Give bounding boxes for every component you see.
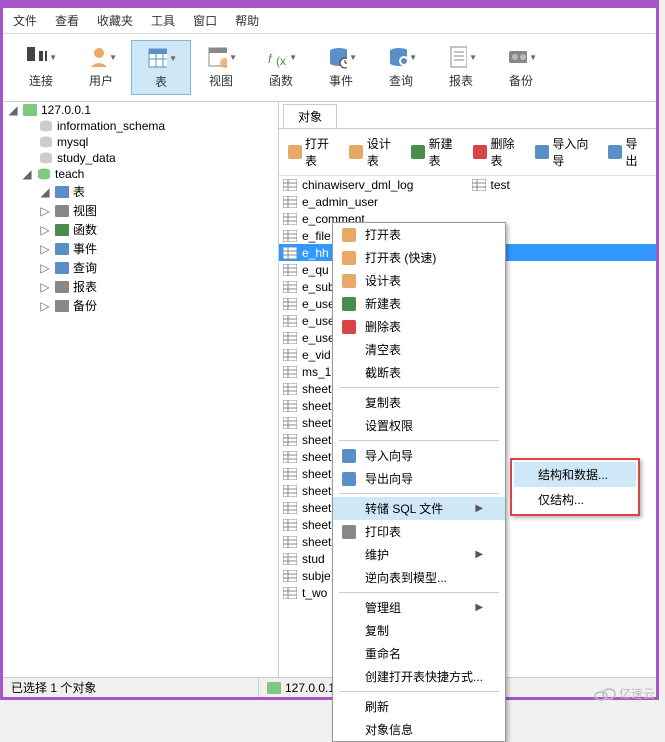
tool-func[interactable]: f(x)▼函数 [251,40,311,95]
ctx-item[interactable]: 创建打开表快捷方式... [333,665,505,688]
ctx-item[interactable]: 设计表 [333,269,505,292]
menu-tools[interactable]: 工具 [151,12,175,29]
tree-db[interactable]: mysql [3,134,278,150]
ctx-item[interactable]: 打开表 [333,223,505,246]
table-row[interactable]: test [468,176,514,193]
tree-db[interactable]: study_data [3,150,278,166]
submenu-item[interactable]: 结构和数据... [514,462,636,487]
context-menu: 打开表打开表 (快速)设计表新建表删除表清空表截断表复制表设置权限导入向导导出向… [332,222,506,742]
tool-event[interactable]: ▼事件 [311,40,371,95]
action-btn[interactable]: 导出 [607,135,648,169]
action-btn[interactable]: 打开表 [287,135,339,169]
ctx-item[interactable]: 重命名 [333,642,505,665]
ctx-item[interactable]: 复制 [333,619,505,642]
action-bar: 打开表设计表新建表删除表导入向导导出 [279,129,656,176]
ctx-item[interactable]: 逆向表到模型... [333,566,505,589]
sidebar: ◢127.0.0.1 information_schemamysqlstudy_… [3,102,279,693]
tree-child[interactable]: ◢表 [3,182,278,201]
ctx-item[interactable]: 打开表 (快速) [333,246,505,269]
ctx-item[interactable]: 打印表 [333,520,505,543]
tree-child[interactable]: ▷报表 [3,277,278,296]
ctx-item[interactable]: 清空表 [333,338,505,361]
tool-backup[interactable]: ▼备份 [491,40,551,95]
ctx-item[interactable]: 对象信息 [333,718,505,741]
tool-table[interactable]: ▼表 [131,40,191,95]
action-btn[interactable]: 设计表 [349,135,401,169]
tree-db-open[interactable]: ◢teach [3,166,278,182]
menubar: 文件 查看 收藏夹 工具 窗口 帮助 [3,8,656,34]
tree-db[interactable]: information_schema [3,118,278,134]
action-btn[interactable]: 删除表 [472,135,524,169]
ctx-item[interactable]: 管理组▶ [333,596,505,619]
svg-text:(x): (x) [276,54,287,68]
submenu-item[interactable]: 仅结构... [514,487,636,512]
ctx-item[interactable]: 删除表 [333,315,505,338]
ctx-item[interactable]: 复制表 [333,391,505,414]
tree-conn[interactable]: ◢127.0.0.1 [3,102,278,118]
menu-view[interactable]: 查看 [55,12,79,29]
tab-objects[interactable]: 对象 [283,104,337,128]
ctx-item[interactable]: 导入向导 [333,444,505,467]
menu-help[interactable]: 帮助 [235,12,259,29]
menu-file[interactable]: 文件 [13,12,37,29]
table-row[interactable]: chinawiserv_dml_log [279,176,468,193]
tool-report[interactable]: ▼报表 [431,40,491,95]
tool-view[interactable]: ▼视图 [191,40,251,95]
tree-child[interactable]: ▷事件 [3,239,278,258]
action-btn[interactable]: 导入向导 [534,135,597,169]
ctx-item[interactable]: 导出向导 [333,467,505,490]
svg-text:f: f [268,52,273,66]
app-window: 文件 查看 收藏夹 工具 窗口 帮助 ▼连接▼用户▼表▼视图f(x)▼函数▼事件… [0,0,659,700]
menu-fav[interactable]: 收藏夹 [97,12,133,29]
status-selection: 已选择 1 个对象 [3,678,259,697]
tool-user[interactable]: ▼用户 [71,40,131,95]
action-btn[interactable]: 新建表 [411,135,463,169]
ctx-item[interactable]: 设置权限 [333,414,505,437]
ctx-item[interactable]: 转储 SQL 文件▶ [333,497,505,520]
ctx-item[interactable]: 新建表 [333,292,505,315]
ctx-item[interactable]: 刷新 [333,695,505,718]
tree-child[interactable]: ▷查询 [3,258,278,277]
tool-query[interactable]: ▼查询 [371,40,431,95]
submenu-dump-sql: 结构和数据...仅结构... [510,458,640,516]
tree-child[interactable]: ▷视图 [3,201,278,220]
ctx-item[interactable]: 维护▶ [333,543,505,566]
watermark: 亿速云 [594,685,655,702]
tab-bar: 对象 [279,102,656,129]
menu-window[interactable]: 窗口 [193,12,217,29]
ctx-item[interactable]: 截断表 [333,361,505,384]
tree-child[interactable]: ▷备份 [3,296,278,315]
table-row[interactable]: e_admin_user [279,193,656,210]
status-bar: 已选择 1 个对象 127.0.0.1 [3,677,656,697]
toolbar: ▼连接▼用户▼表▼视图f(x)▼函数▼事件▼查询▼报表▼备份 [3,34,656,102]
tool-connect[interactable]: ▼连接 [11,40,71,95]
tree-child[interactable]: ▷函数 [3,220,278,239]
